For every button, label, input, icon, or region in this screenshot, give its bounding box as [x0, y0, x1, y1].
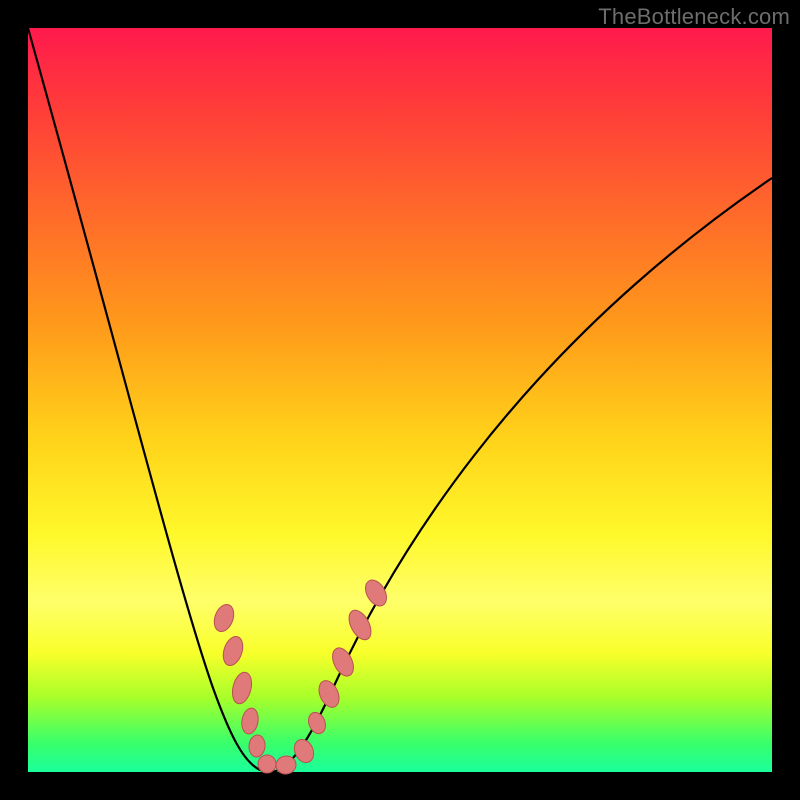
data-marker	[345, 607, 376, 644]
data-marker	[305, 710, 328, 736]
data-markers	[211, 576, 391, 775]
plot-area	[28, 28, 772, 772]
data-marker	[315, 678, 343, 711]
data-marker	[258, 755, 276, 773]
curve-overlay	[28, 28, 772, 772]
data-marker	[229, 670, 254, 705]
curve-right-branch	[273, 178, 772, 772]
curve-left-branch	[28, 28, 273, 772]
data-marker	[211, 602, 237, 634]
data-marker	[275, 755, 297, 776]
data-marker	[220, 634, 246, 668]
data-marker	[291, 736, 317, 765]
chart-frame: TheBottleneck.com	[0, 0, 800, 800]
data-marker	[240, 707, 260, 735]
data-marker	[248, 734, 266, 757]
data-marker	[361, 576, 391, 609]
watermark-text: TheBottleneck.com	[598, 4, 790, 30]
data-marker	[328, 645, 357, 680]
